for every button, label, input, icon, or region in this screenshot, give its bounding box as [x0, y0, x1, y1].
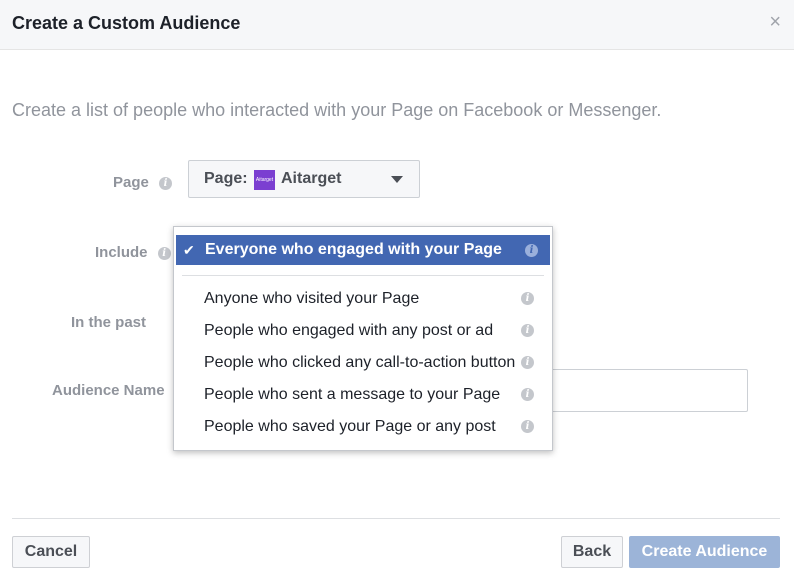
dropdown-option-label: People who sent a message to your Page	[204, 386, 501, 403]
info-icon[interactable]: i	[521, 420, 534, 433]
info-icon[interactable]: i	[157, 246, 171, 260]
close-icon[interactable]: ×	[769, 12, 781, 32]
info-icon[interactable]: i	[521, 292, 534, 305]
past-label: In the past	[71, 314, 147, 331]
info-icon[interactable]: i	[521, 356, 534, 369]
footer-divider	[12, 518, 780, 519]
back-button[interactable]: Back	[561, 536, 623, 568]
dropdown-option[interactable]: Anyone who visited your Page i	[174, 285, 552, 313]
dialog-title: Create a Custom Audience	[12, 13, 241, 33]
include-label-row: Include i	[95, 244, 171, 261]
page-select-prefix: Page:	[204, 170, 248, 187]
page-select[interactable]: Page: Aitarget Aitarget	[188, 160, 420, 198]
page-label: Page	[113, 174, 149, 191]
dropdown-option-label: People who saved your Page or any post	[204, 418, 496, 435]
dropdown-option[interactable]: People who engaged with any post or ad i	[174, 317, 552, 345]
dropdown-divider	[182, 275, 544, 276]
info-icon[interactable]: i	[159, 176, 173, 190]
intro-text: Create a list of people who interacted w…	[12, 100, 662, 120]
create-audience-button[interactable]: Create Audience	[629, 536, 780, 568]
checkmark-icon: ✔	[183, 242, 195, 258]
dropdown-option[interactable]: People who saved your Page or any post i	[174, 413, 552, 441]
dropdown-option[interactable]: People who sent a message to your Page i	[174, 381, 552, 409]
audience-name-label: Audience Name	[52, 382, 165, 399]
caret-down-icon	[391, 176, 403, 183]
dropdown-option-selected[interactable]: ✔ Everyone who engaged with your Page i	[176, 235, 550, 265]
page-select-value: Aitarget	[281, 170, 342, 187]
info-icon[interactable]: i	[525, 244, 538, 257]
dropdown-option-label: Anyone who visited your Page	[204, 290, 420, 307]
dropdown-option-label: People who engaged with any post or ad	[204, 322, 494, 339]
page-logo: Aitarget	[254, 170, 275, 190]
cancel-button[interactable]: Cancel	[12, 536, 90, 568]
dropdown-option-label: Everyone who engaged with your Page	[205, 241, 502, 258]
include-label: Include	[95, 244, 148, 261]
info-icon[interactable]: i	[521, 324, 534, 337]
dropdown-option-label: People who clicked any call-to-action bu…	[204, 354, 516, 371]
include-dropdown-menu: ✔ Everyone who engaged with your Page i …	[173, 226, 553, 451]
info-icon[interactable]: i	[521, 388, 534, 401]
dropdown-option[interactable]: People who clicked any call-to-action bu…	[174, 349, 552, 377]
page-label-row: Page i	[113, 174, 173, 191]
dialog-header: Create a Custom Audience ×	[0, 0, 794, 50]
audience-name-input[interactable]	[540, 369, 748, 412]
